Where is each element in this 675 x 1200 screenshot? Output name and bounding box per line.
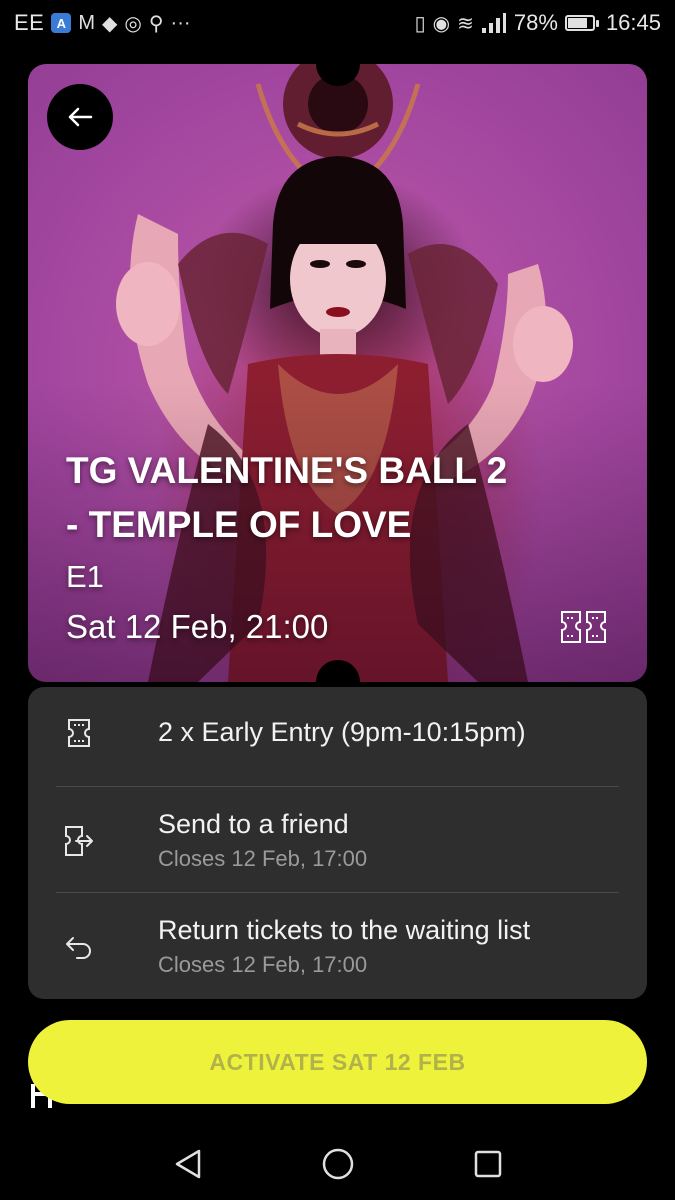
eye-comfort-icon: ◉ bbox=[432, 12, 451, 35]
nav-home-button[interactable] bbox=[318, 1144, 358, 1184]
return-tickets-label: Return tickets to the waiting list bbox=[158, 915, 531, 945]
nav-back-button[interactable] bbox=[168, 1144, 208, 1184]
ticket-options-card: 2 x Early Entry (9pm-10:15pm) Send to a … bbox=[28, 687, 647, 999]
signal-icon bbox=[481, 13, 506, 33]
status-right: ▯ ◉ ≋ 78% 16:45 bbox=[415, 10, 661, 36]
return-tickets-row[interactable]: Return tickets to the waiting list Close… bbox=[56, 915, 619, 978]
nav-home-icon bbox=[322, 1148, 353, 1180]
more-notifications-icon: ··· bbox=[170, 11, 191, 34]
ticket-icon bbox=[68, 718, 90, 747]
send-to-friend-deadline: Closes 12 Feb, 17:00 bbox=[158, 846, 368, 871]
status-bar: EE A M ◆ ◎ ⚲ ··· ▯ ◉ ≋ 78% 16:45 bbox=[0, 0, 675, 46]
event-title-line2: - TEMPLE OF LOVE bbox=[66, 504, 412, 545]
send-to-friend-label: Send to a friend bbox=[158, 809, 349, 839]
instagram-icon: ◎ bbox=[124, 12, 142, 35]
nav-recents-button[interactable] bbox=[468, 1144, 508, 1184]
nav-recents-icon bbox=[474, 1150, 501, 1178]
divider bbox=[56, 892, 619, 893]
ticket-summary: 2 x Early Entry (9pm-10:15pm) bbox=[158, 717, 526, 747]
system-nav-bar bbox=[0, 1128, 675, 1200]
back-button[interactable] bbox=[47, 84, 113, 150]
return-tickets-deadline: Closes 12 Feb, 17:00 bbox=[158, 952, 368, 977]
notification-app-icon: ◆ bbox=[102, 12, 118, 35]
clock: 16:45 bbox=[605, 10, 661, 35]
carrier-label: EE bbox=[14, 10, 45, 35]
event-hero-card: TG VALENTINE'S BALL 2 - TEMPLE OF LOVE E… bbox=[28, 64, 647, 682]
event-title-line1: TG VALENTINE'S BALL 2 bbox=[66, 450, 508, 491]
battery-percent: 78% bbox=[513, 10, 558, 35]
event-date-time: Sat 12 Feb, 21:00 bbox=[66, 608, 329, 645]
vibrate-icon: ▯ bbox=[414, 12, 426, 35]
event-title: TG VALENTINE'S BALL 2 - TEMPLE OF LOVE bbox=[66, 444, 626, 552]
wifi-icon: ≋ bbox=[457, 12, 474, 35]
send-to-friend-row[interactable]: Send to a friend Closes 12 Feb, 17:00 bbox=[56, 809, 619, 872]
status-left: EE A M ◆ ◎ ⚲ ··· bbox=[14, 10, 191, 36]
divider bbox=[56, 786, 619, 787]
send-ticket-icon bbox=[65, 825, 93, 856]
event-venue: E1 bbox=[66, 559, 104, 594]
battery-icon bbox=[564, 15, 599, 31]
return-arrow-icon bbox=[66, 936, 91, 959]
gmail-icon: M bbox=[78, 11, 96, 34]
ticket-summary-row: 2 x Early Entry (9pm-10:15pm) bbox=[56, 717, 619, 748]
activate-button[interactable]: ACTIVATE SAT 12 FEB bbox=[28, 1020, 647, 1104]
app-notification-icon: A bbox=[51, 13, 72, 33]
tickets-icon[interactable] bbox=[560, 610, 608, 644]
back-arrow-icon bbox=[68, 107, 93, 127]
search-icon: ⚲ bbox=[148, 12, 164, 35]
nav-back-icon bbox=[175, 1149, 200, 1179]
